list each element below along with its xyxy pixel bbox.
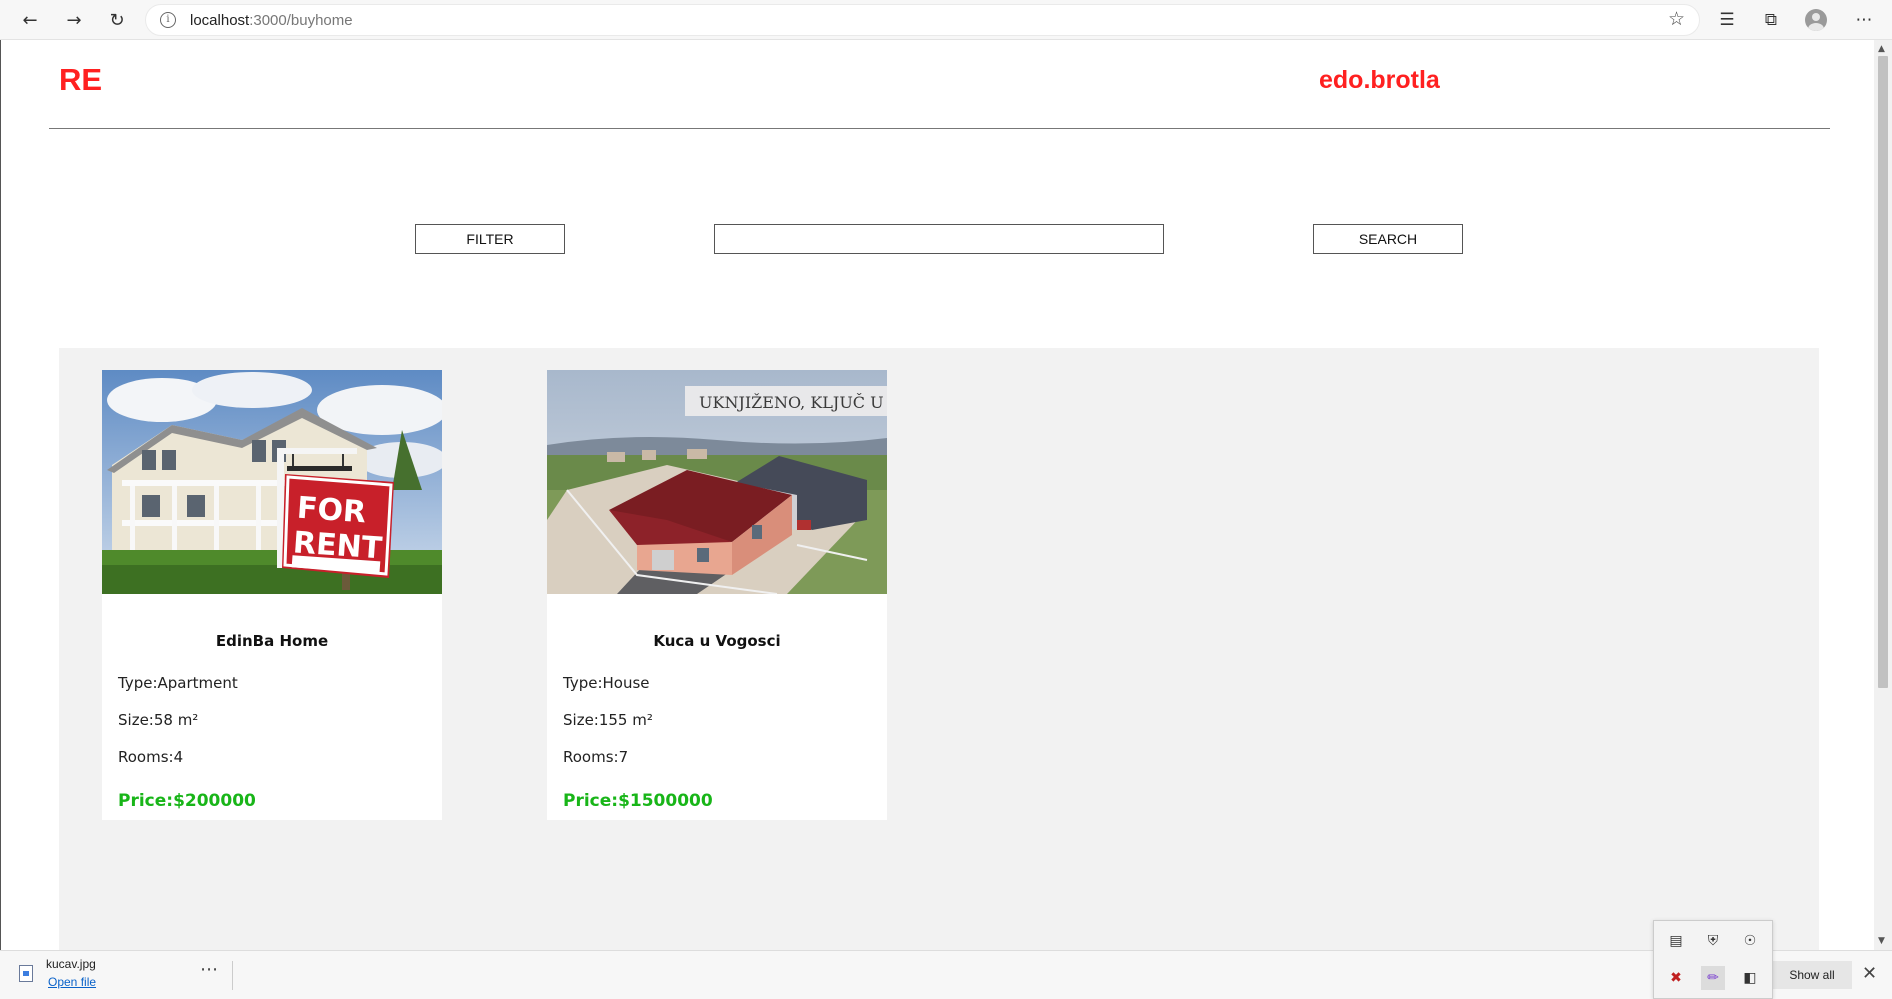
extension-record-icon[interactable]: ✖ xyxy=(1664,966,1688,990)
shelf-divider xyxy=(232,961,233,990)
listing-rooms: Rooms:7 xyxy=(563,748,629,766)
extension-reader-icon[interactable]: ▤ xyxy=(1664,929,1688,953)
listing-photo[interactable]: UKNJIŽENO, KLJUČ U RUKE xyxy=(547,370,887,594)
url-text[interactable]: localhost:3000/buyhome xyxy=(190,12,353,29)
page-scrollbar[interactable]: ▲ ▼ xyxy=(1874,40,1892,950)
svg-text:FOR: FOR xyxy=(296,491,367,531)
filter-button[interactable]: FILTER xyxy=(415,224,565,254)
favorite-star-icon[interactable]: ☆ xyxy=(1668,8,1685,30)
listing-price: Price:$1500000 xyxy=(563,791,713,811)
browser-toolbar: ← → ↻ i localhost:3000/buyhome ☆ ☰ ⧉ ⋯ xyxy=(0,0,1892,40)
house-aerial-image: UKNJIŽENO, KLJUČ U RUKE xyxy=(547,370,887,594)
collections-icon[interactable]: ⧉ xyxy=(1757,7,1785,33)
listing-card[interactable]: FOR RENT EdinBa Home Type:Apartment Size… xyxy=(102,370,442,820)
extensions-popup: ▤ ⛨ ☉ ✖ ✏ ◧ xyxy=(1653,920,1773,999)
back-icon[interactable]: ← xyxy=(16,7,44,33)
listing-size: Size:58 m² xyxy=(118,711,199,729)
listing-card[interactable]: UKNJIŽENO, KLJUČ U RUKE xyxy=(547,370,887,820)
username-link[interactable]: edo.brotla xyxy=(1319,66,1440,95)
scroll-thumb[interactable] xyxy=(1878,56,1888,688)
eye-off-icon[interactable]: ☉ xyxy=(1738,929,1762,953)
shield-icon[interactable]: ⛨ xyxy=(1701,929,1725,953)
listing-size: Size:155 m² xyxy=(563,711,653,729)
url-host: localhost xyxy=(190,12,250,29)
close-icon[interactable]: ✕ xyxy=(1862,963,1877,984)
download-more-icon[interactable]: ⋯ xyxy=(200,959,219,980)
listings-container: FOR RENT EdinBa Home Type:Apartment Size… xyxy=(59,348,1819,950)
forward-icon[interactable]: → xyxy=(60,7,88,33)
site-logo[interactable]: RE xyxy=(59,62,102,98)
photo-banner-text: UKNJIŽENO, KLJUČ U RUKE xyxy=(699,392,887,412)
show-all-button[interactable]: Show all xyxy=(1772,961,1852,989)
listing-price: Price:$200000 xyxy=(118,791,256,811)
listing-title: Kuca u Vogosci xyxy=(653,632,781,650)
refresh-icon[interactable]: ↻ xyxy=(103,7,131,33)
download-shelf: kucav.jpg Open file ⋯ Show all ✕ xyxy=(0,950,1892,999)
header-divider xyxy=(49,128,1830,129)
search-button[interactable]: SEARCH xyxy=(1313,224,1463,254)
listing-type: Type:House xyxy=(563,674,650,692)
settings-more-icon[interactable]: ⋯ xyxy=(1850,7,1878,33)
listing-rooms: Rooms:4 xyxy=(118,748,184,766)
extension-chat-icon[interactable]: ◧ xyxy=(1738,966,1762,990)
image-file-icon xyxy=(19,965,33,982)
pen-icon[interactable]: ✏ xyxy=(1701,966,1725,990)
listing-title: EdinBa Home xyxy=(215,632,329,650)
site-info-icon[interactable]: i xyxy=(160,12,176,28)
profile-avatar-icon[interactable] xyxy=(1805,9,1827,31)
listing-photo[interactable]: FOR RENT xyxy=(102,370,442,594)
download-file-name[interactable]: kucav.jpg xyxy=(46,957,96,971)
listing-type: Type:Apartment xyxy=(118,674,238,692)
address-bar[interactable]: i localhost:3000/buyhome ☆ xyxy=(145,4,1700,36)
for-rent-house-image: FOR RENT xyxy=(102,370,442,594)
url-path: :3000/buyhome xyxy=(249,12,353,29)
scroll-down-icon[interactable]: ▼ xyxy=(1878,936,1885,946)
web-page: RE edo.brotla FILTER SEARCH FOR RENT Edi… xyxy=(0,40,1874,950)
favorites-list-icon[interactable]: ☰ xyxy=(1713,7,1741,33)
search-input[interactable] xyxy=(714,224,1164,254)
open-file-link[interactable]: Open file xyxy=(48,975,96,989)
scroll-up-icon[interactable]: ▲ xyxy=(1878,44,1885,54)
